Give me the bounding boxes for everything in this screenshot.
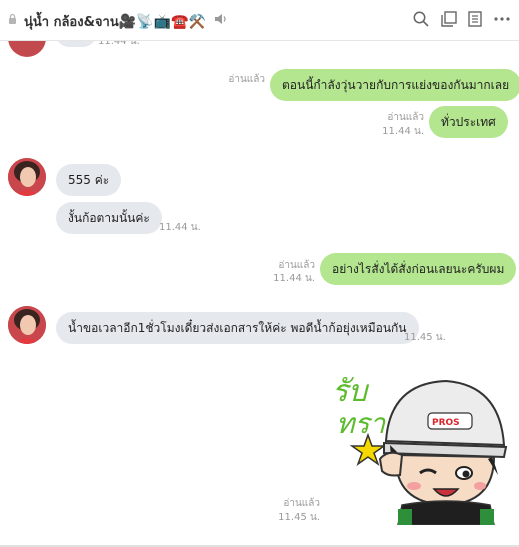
message-bubble-incoming[interactable]: 555 ค่ะ — [56, 164, 122, 196]
message-time: 11.44 น. — [382, 126, 424, 137]
read-receipt: อ่านแล้ว — [283, 498, 320, 509]
message-bubble-incoming[interactable]: น้ำขอเวลาอีก1ชั่วโมงเดี๋ยวส่งเอกสารให้ค่… — [56, 312, 419, 344]
sticker-body — [397, 500, 495, 525]
read-receipt: อ่านแล้ว — [387, 112, 424, 123]
message-bubble-outgoing[interactable]: ตอนนี้กำลังวุ่นวายกับการแย่งของกันมากเลย — [270, 69, 519, 101]
avatar[interactable] — [8, 158, 46, 196]
message-time: 11.45 น. — [404, 332, 446, 343]
sticker-face — [394, 453, 496, 507]
chat-title-text: นุ่น้ำ กล้อง&จาน — [24, 15, 119, 30]
chat-area[interactable]: 11.44 น. อ่านแล้ว ตอนนี้กำลังวุ่นวายกับก… — [0, 19, 519, 547]
message-bubble-outgoing[interactable]: อย่างไรสั่งได้สั่งก่อนเลยนะครับผม — [320, 253, 517, 285]
message-bubble-outgoing[interactable]: ทั่วประเทศ — [429, 106, 508, 138]
message-bubble-incoming[interactable]: งั้นก้อตามนั้นค่ะ — [56, 202, 162, 234]
avatar-photo — [8, 306, 46, 344]
lock-icon — [9, 13, 16, 24]
avatar[interactable] — [8, 306, 46, 344]
more-icon[interactable] — [493, 10, 511, 28]
sticker-badge: PROS — [432, 418, 460, 428]
message-time: 11.44 น. — [159, 222, 201, 233]
avatar-photo — [8, 158, 46, 196]
chat-title: นุ่น้ำ กล้อง&จาน🎥📡📺☎️⚒️ — [24, 11, 206, 32]
read-receipt: อ่านแล้ว — [228, 74, 265, 85]
message-time: 11.45 น. — [278, 512, 320, 523]
note-icon[interactable] — [466, 10, 484, 28]
message-time: 11.44 น. — [273, 273, 315, 284]
sticker-text-rap: รับ — [332, 374, 370, 409]
chat-title-emojis: 🎥📡📺☎️⚒️ — [118, 14, 206, 30]
search-icon[interactable] — [412, 10, 430, 28]
speaker-icon[interactable] — [214, 13, 228, 25]
chat-header: นุ่น้ำ กล้อง&จาน🎥📡📺☎️⚒️ — [0, 0, 519, 41]
sticker[interactable]: รับ ทราบ PROS — [328, 363, 508, 525]
read-receipt: อ่านแล้ว — [278, 260, 315, 271]
album-icon[interactable] — [440, 10, 458, 28]
